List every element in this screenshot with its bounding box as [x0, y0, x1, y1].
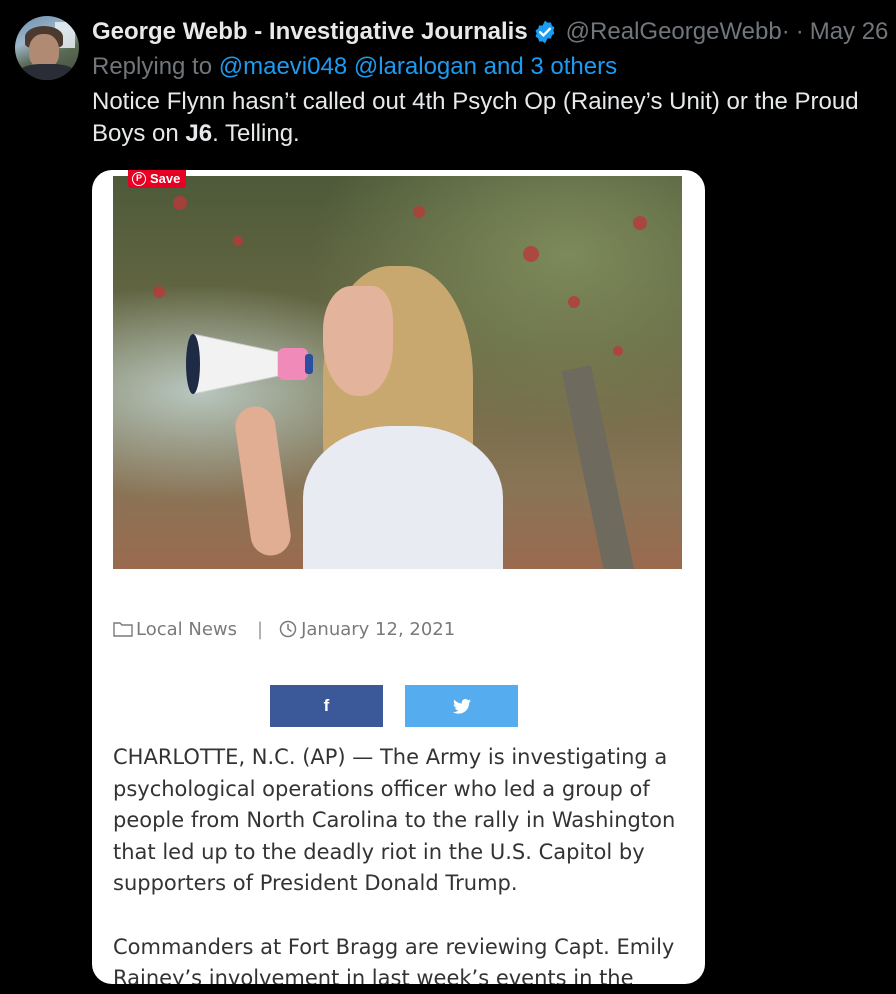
avatar-face: [29, 34, 59, 68]
twitter-share-button: [405, 685, 518, 727]
reply-mention-1[interactable]: @maevi048: [219, 53, 347, 80]
photo-person-shirt: [303, 426, 503, 569]
reply-others-link[interactable]: and 3 others: [484, 53, 617, 80]
author-display-name[interactable]: George Webb - Investigative Journalis: [92, 14, 528, 50]
pinterest-save-label: Save: [150, 171, 181, 186]
photo-flower: [613, 346, 623, 356]
photo-tree-trunk: [561, 365, 635, 569]
facebook-icon: f: [323, 696, 330, 715]
replying-to-line: Replying to @maevi048 @laralogan and 3 o…: [92, 50, 617, 84]
photo-flower: [633, 216, 647, 230]
photo-person-arm: [232, 403, 294, 559]
tweet-text: Notice Flynn hasn’t called out 4th Psych…: [92, 86, 892, 150]
replying-to-prefix: Replying to: [92, 53, 219, 80]
article-photo: [113, 176, 682, 569]
clock-icon: [279, 620, 297, 638]
meta-separator: |: [257, 618, 264, 640]
photo-flower: [523, 246, 539, 262]
author-handle[interactable]: @RealGeorgeWebb·: [566, 14, 790, 50]
tweet-text-part2: . Telling.: [212, 120, 300, 147]
article-paragraph: CHARLOTTE, N.C. (AP) — The Army is inves…: [113, 745, 676, 895]
twitter-bird-icon: [452, 698, 471, 714]
photo-person-face: [323, 286, 393, 396]
pinterest-icon: P: [132, 172, 146, 186]
avatar-shirt: [19, 64, 75, 80]
author-avatar[interactable]: [15, 16, 79, 80]
tweet-date[interactable]: May 26: [810, 14, 889, 50]
verified-badge-icon: [535, 20, 555, 44]
photo-flower: [233, 236, 243, 246]
header-separator: ·: [795, 18, 804, 45]
pinterest-save-button[interactable]: P Save: [128, 170, 187, 188]
article-category: Local News: [136, 618, 238, 640]
photo-flower: [568, 296, 580, 308]
article-body: CHARLOTTE, N.C. (AP) — The Army is inves…: [113, 742, 693, 984]
megaphone-icon: [186, 334, 313, 394]
reply-mention-2[interactable]: @laralogan: [354, 53, 477, 80]
article-paragraph: Commanders at Fort Bragg are reviewing C…: [113, 934, 675, 985]
article-meta: Local News | January 12, 2021: [113, 614, 455, 644]
tweet-text-bold: J6: [185, 120, 213, 147]
photo-flower: [413, 206, 425, 218]
photo-flower: [153, 286, 165, 298]
photo-flower: [173, 196, 187, 210]
tweet-media-image[interactable]: P Save Local News | January 12, 2021 f C…: [92, 170, 705, 984]
folder-icon: [113, 622, 133, 637]
tweet-header: George Webb - Investigative Journalis @R…: [92, 14, 892, 50]
article-date: January 12, 2021: [301, 618, 456, 640]
facebook-share-button: f: [270, 685, 383, 727]
